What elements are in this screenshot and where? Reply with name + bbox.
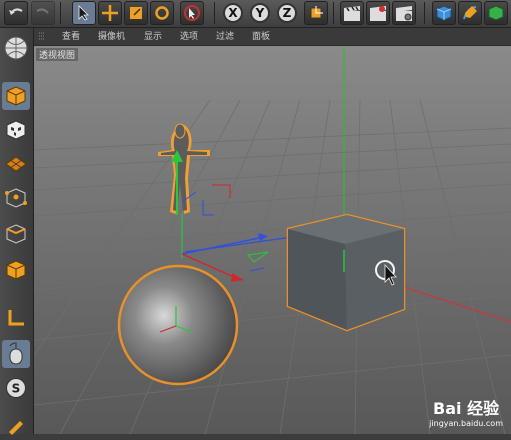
render-settings-button[interactable] [392,1,416,25]
world-coordinate-icon [310,6,323,19]
cursor-circle-icon [184,5,200,21]
live-selection-button[interactable] [180,1,204,25]
z-axis-lock-button[interactable]: Z [277,3,297,23]
menu-cameras[interactable]: 摄像机 [98,29,125,42]
menu-display[interactable]: 显示 [144,29,162,42]
sphere-object [117,264,239,386]
rotate-icon [155,6,169,20]
texture-mode-button[interactable] [2,116,30,144]
points-mode-button[interactable] [2,184,30,212]
model-mode-button[interactable] [2,82,30,110]
main-toolbar: X Y Z [0,0,511,28]
cursor-arrow-icon [78,5,89,21]
workplane-mode-button[interactable] [2,150,30,178]
spline-pen-button[interactable] [458,1,482,25]
cube-object-button[interactable] [432,1,456,25]
make-editable-button[interactable] [2,34,30,62]
menu-panel[interactable]: 面板 [252,29,270,42]
figure-object [158,123,231,216]
pen-icon [463,6,477,20]
move-icon [102,5,118,21]
snap-button[interactable]: S [2,374,30,402]
sphere-mesh-icon [4,36,28,60]
cube-model-icon [6,86,26,106]
menu-options[interactable]: 选项 [180,29,198,42]
snap-s-icon: S [6,378,26,398]
coordinate-system-button[interactable] [304,1,328,25]
clapper-gear-icon [396,6,412,21]
menu-view[interactable]: 查看 [62,29,80,42]
grid-plane-icon [5,156,27,172]
polygons-cube-icon [6,260,26,280]
menu-filter[interactable]: 过滤 [216,29,234,42]
axis-mode-button[interactable] [2,304,30,332]
left-toolbar: S [0,28,34,435]
checker-cube-icon [6,120,26,140]
green-cube-icon [488,5,504,21]
mouse-icon [9,342,23,365]
clapper-icon [344,6,360,21]
edges-mode-button[interactable] [2,220,30,248]
viewport-menubar: 查看 摄像机 显示 选项 过滤 面板 [34,28,511,46]
tweak-mode-button[interactable] [2,340,30,368]
scale-icon [130,7,142,19]
watermark-brand: Bai 经验 [433,399,500,418]
grip-icon [39,32,45,40]
render-view-button[interactable] [340,1,364,25]
viewport-scene [34,46,511,434]
render-picture-viewer-button[interactable] [366,1,390,25]
undo-icon [9,8,23,15]
edges-cube-icon [6,224,26,244]
scale-tool-button[interactable] [124,1,148,25]
cube-icon [436,5,452,21]
axis-l-icon [8,310,24,326]
undo-button[interactable] [4,1,28,25]
viewport-title: 透视视图 [36,48,79,61]
move-tool-button[interactable] [98,1,122,25]
watermark-url: jingyan.baidu.com [429,419,503,428]
y-axis-lock-button[interactable]: Y [250,3,270,23]
clapper-play-icon [370,6,386,21]
x-axis-lock-button[interactable]: X [223,3,243,23]
sculpt-button[interactable] [2,412,30,440]
polygons-mode-button[interactable] [2,256,30,284]
subdivision-button[interactable] [484,1,508,25]
baidu-watermark: Bai 经验 jingyan.baidu.com [429,395,503,428]
perspective-viewport[interactable]: 透视视图 Bai 经验 jingyan.baidu.com [34,46,511,434]
rotate-tool-button[interactable] [150,1,174,25]
redo-icon [36,8,49,14]
points-cube-icon [5,188,27,208]
svg-text:S: S [12,382,21,396]
floor-grid [34,99,511,434]
brush-icon [9,421,23,435]
redo-button[interactable] [31,1,55,25]
select-tool-button[interactable] [72,1,96,25]
